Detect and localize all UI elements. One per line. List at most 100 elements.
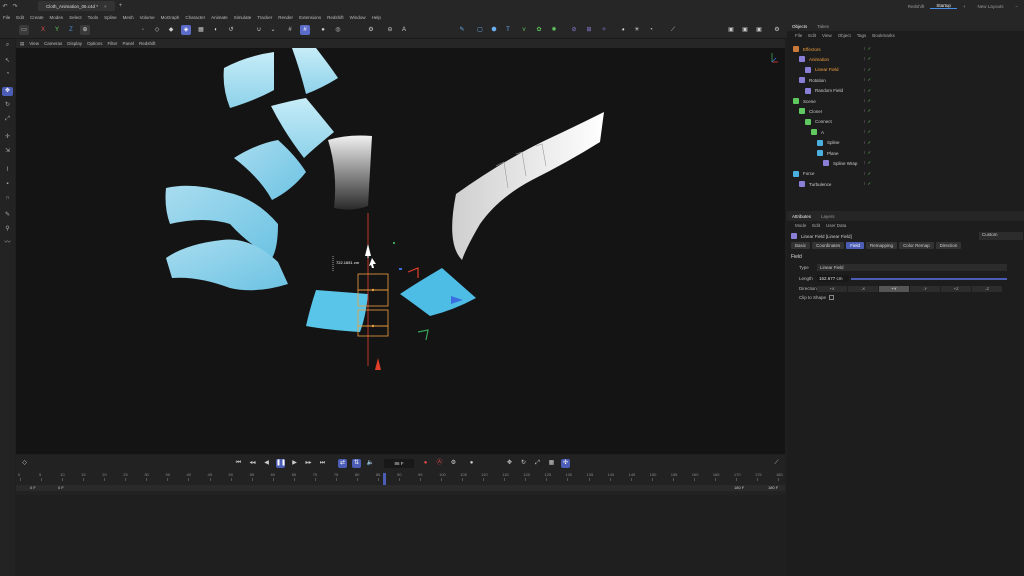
visibility-dots-icon[interactable]: ⁝ — [864, 140, 865, 146]
enabled-check-icon[interactable]: ✓ — [867, 181, 871, 187]
object-name[interactable]: A — [821, 130, 824, 135]
object-row[interactable]: Spline Wrap ⁝ ✓ — [787, 158, 1024, 168]
playhead[interactable] — [383, 473, 386, 485]
object-row[interactable]: Force ⁝ ✓ — [787, 169, 1024, 179]
object-name[interactable]: Plane — [827, 151, 839, 156]
generator-icon[interactable]: ⋎ — [519, 25, 529, 35]
coordinate-system-icon[interactable]: ⊕ — [80, 25, 90, 35]
points-mode-icon[interactable]: ◦ — [138, 25, 148, 35]
effector-icon[interactable]: ⊞ — [584, 25, 594, 35]
subtab-direction[interactable]: Direction — [935, 242, 962, 249]
visibility-dots-icon[interactable]: ⁝ — [864, 129, 865, 135]
object-row[interactable]: Connect ⁝ ✓ — [787, 117, 1024, 127]
pause-button[interactable]: ❚❚ — [276, 459, 286, 468]
menu-animate[interactable]: Animate — [211, 15, 228, 20]
enabled-check-icon[interactable]: ✓ — [867, 98, 871, 104]
cube-object-icon[interactable]: ▢ — [475, 25, 485, 35]
object-flags[interactable]: ⁝ ✓ — [864, 160, 871, 166]
object-name[interactable]: Rotation — [809, 78, 826, 83]
object-row[interactable]: Animation ⁝ ✓ — [787, 54, 1024, 64]
texture-mode-icon[interactable]: ◐ — [211, 25, 221, 35]
object-name[interactable]: Spline — [827, 140, 840, 145]
light-icon[interactable]: ☀ — [632, 25, 642, 35]
menu-mesh[interactable]: Mesh — [123, 15, 134, 20]
visibility-dots-icon[interactable]: ⁝ — [864, 119, 865, 125]
sound-icon[interactable]: 🔈 — [366, 459, 375, 468]
enabled-check-icon[interactable]: ✓ — [867, 160, 871, 166]
viewport-menu-options[interactable]: Options — [87, 41, 103, 46]
enabled-check-icon[interactable]: ✓ — [867, 129, 871, 135]
enabled-check-icon[interactable]: ✓ — [867, 150, 871, 156]
viewport-toggle-icon[interactable]: ▤ — [20, 41, 24, 47]
search-icon[interactable]: ⌕ — [2, 41, 13, 50]
menu-help[interactable]: Help — [372, 15, 381, 20]
polygons-mode-icon[interactable]: ◆ — [166, 25, 176, 35]
viewport-menu-panel[interactable]: Panel — [123, 41, 135, 46]
environment-icon[interactable]: ◔ — [646, 25, 656, 35]
object-row[interactable]: Random Field ⁝ ✓ — [787, 86, 1024, 96]
object-row[interactable]: Effectors ⁝ ✓ — [787, 44, 1024, 54]
live-selection-icon[interactable]: ◔ — [2, 70, 13, 79]
visibility-dots-icon[interactable]: ⁝ — [864, 46, 865, 52]
visibility-dots-icon[interactable]: ⁝ — [864, 67, 865, 73]
enabled-check-icon[interactable]: ✓ — [867, 171, 871, 177]
camera-icon[interactable]: ◕ — [618, 25, 628, 35]
objects-menu-view[interactable]: View — [822, 33, 832, 38]
3d-viewport[interactable]: 722.1651 cm — [16, 48, 785, 454]
spline-pen-icon[interactable]: ✎ — [457, 25, 467, 35]
visibility-dots-icon[interactable]: ⁝ — [864, 181, 865, 187]
object-row[interactable]: Turbulence ⁝ ✓ — [787, 179, 1024, 189]
subtab-color-remap[interactable]: Color Remap — [899, 242, 934, 249]
keyframe-selection-icon[interactable]: ⚙ — [449, 459, 458, 468]
viewport-menu-view[interactable]: View — [29, 41, 39, 46]
object-row[interactable]: Spline ⁝ ✓ — [787, 138, 1024, 148]
menu-modes[interactable]: Modes — [50, 15, 64, 20]
subtab-field[interactable]: Field — [846, 242, 865, 249]
snap-icon[interactable]: ∪ — [254, 25, 264, 35]
record-position-icon[interactable]: ● — [467, 459, 476, 468]
enabled-check-icon[interactable]: ✓ — [867, 88, 871, 94]
object-flags[interactable]: ⁝ ✓ — [864, 108, 871, 114]
scale-axis-icon[interactable]: ⇲ — [2, 147, 13, 156]
primitive-icon[interactable]: ⬢ — [489, 25, 499, 35]
text-object-icon[interactable]: T — [503, 25, 513, 35]
object-row[interactable]: Plane ⁝ ✓ — [787, 148, 1024, 158]
z-axis-icon[interactable]: Z — [66, 25, 76, 35]
range-start-field[interactable]: 0 F — [30, 485, 36, 490]
visibility-dots-icon[interactable]: ⁝ — [864, 98, 865, 104]
objects-menu-object[interactable]: Object — [838, 33, 851, 38]
autokey-icon[interactable]: Ⓐ — [435, 459, 444, 468]
viewport-menu-filter[interactable]: Filter — [108, 41, 118, 46]
viewport-menu-redshift[interactable]: Redshift — [139, 41, 156, 46]
viewport-menu-cameras[interactable]: Cameras — [44, 41, 62, 46]
settings-icon[interactable]: ⚙ — [366, 25, 376, 35]
cloner-icon[interactable]: ✿ — [534, 25, 544, 35]
range-end-field[interactable]: 180 F — [734, 485, 744, 490]
object-name[interactable]: Turbulence — [809, 182, 831, 187]
visibility-dots-icon[interactable]: ⁝ — [864, 56, 865, 62]
object-flags[interactable]: ⁝ ✓ — [864, 129, 871, 135]
render-view-icon[interactable]: ▭ — [19, 25, 29, 35]
layout-tab-redshift[interactable]: Redshift — [902, 4, 931, 9]
object-name[interactable]: Force — [803, 171, 815, 176]
expand-toolbar-icon[interactable]: ⟋ — [668, 25, 678, 35]
move-key-icon[interactable]: ✥ — [505, 459, 514, 468]
object-name[interactable]: Cloner — [809, 109, 822, 114]
object-row[interactable]: Cloner ⁝ ✓ — [787, 106, 1024, 116]
selection-filter-icon[interactable]: A — [399, 25, 409, 35]
record-icon[interactable]: ● — [421, 459, 430, 468]
object-flags[interactable]: ⁝ ✓ — [864, 67, 871, 73]
previous-frame-icon[interactable]: ◀ — [262, 459, 271, 468]
direction-minus-x[interactable]: -X — [848, 285, 878, 292]
preset-dropdown[interactable]: Custom — [979, 232, 1023, 240]
current-frame-field[interactable]: 86 F — [384, 459, 414, 468]
clip-checkbox[interactable] — [829, 295, 834, 300]
pla-key-icon[interactable]: ✣ — [561, 459, 570, 468]
menu-select[interactable]: Select — [69, 15, 82, 20]
viewport-solo-icon[interactable]: ⊖ — [385, 25, 395, 35]
object-flags[interactable]: ⁝ ✓ — [864, 46, 871, 52]
subtab-basic[interactable]: Basic — [791, 242, 811, 249]
timeline-ruler[interactable]: 0 5 10 15 20 25 30 35 40 45 50 55 60 65 70 75 80 85 90 95 10… — [16, 472, 785, 486]
object-flags[interactable]: ⁝ ✓ — [864, 171, 871, 177]
menu-volume[interactable]: Volume — [140, 15, 155, 20]
